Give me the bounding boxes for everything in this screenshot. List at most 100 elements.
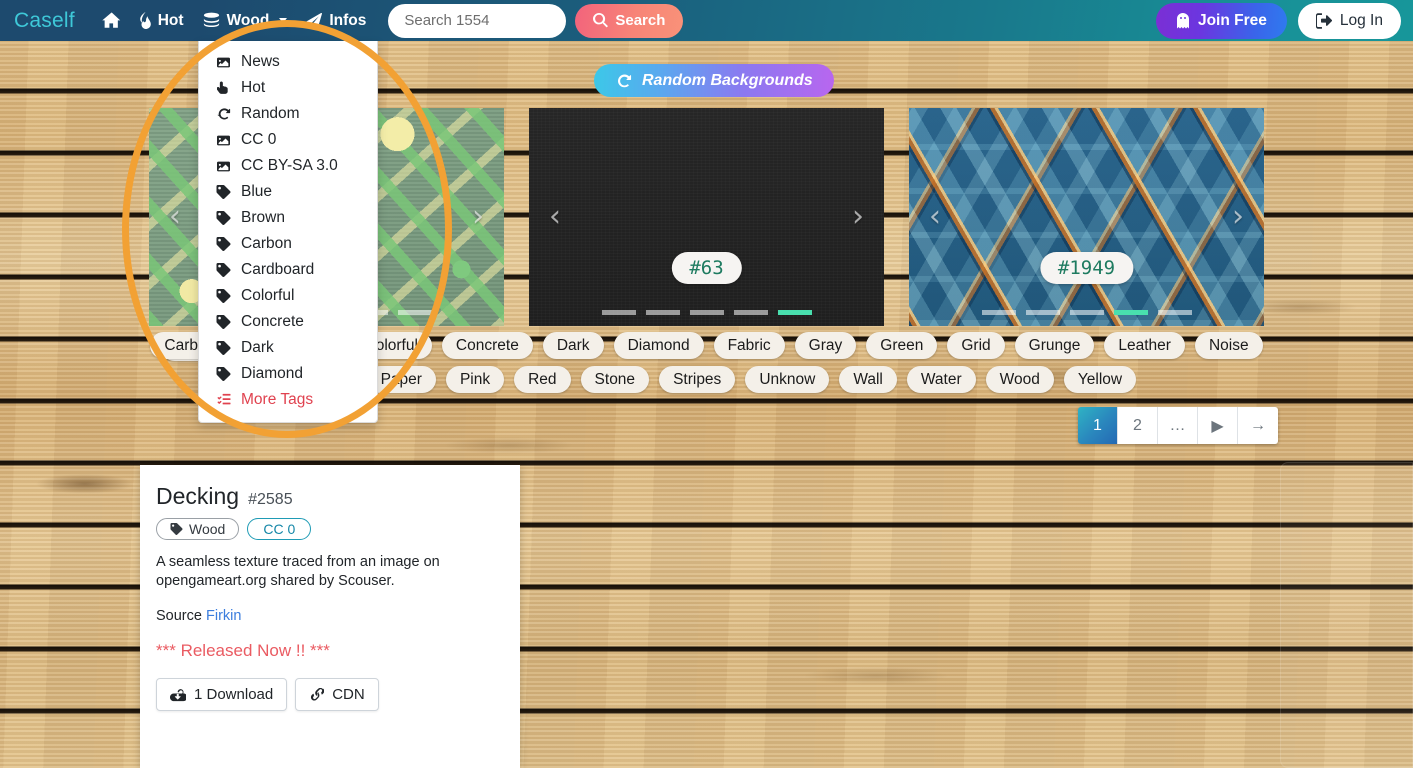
dropdown-label: Random	[241, 105, 300, 122]
texture-id-badge[interactable]: #63	[671, 252, 742, 284]
nav-home[interactable]	[93, 8, 130, 33]
dropdown-label: Colorful	[241, 287, 295, 304]
layers-icon	[202, 12, 221, 29]
dropdown-item-cc-by-sa[interactable]: CC BY-SA 3.0	[199, 153, 377, 179]
tag-icon	[215, 237, 232, 251]
dropdown-item-random[interactable]: Random	[199, 101, 377, 127]
tag-pill[interactable]: Stripes	[659, 366, 736, 393]
tag-pill[interactable]: Wood	[985, 366, 1054, 393]
dropdown-label: News	[241, 53, 280, 70]
log-in-button[interactable]: Log In	[1297, 2, 1401, 39]
dropdown-label: CC 0	[241, 131, 277, 148]
carousel-dot[interactable]	[645, 310, 680, 315]
page-button-1[interactable]: 1	[1078, 407, 1118, 444]
tag-pill[interactable]: Stone	[580, 366, 650, 393]
card-source-row: Source Firkin	[156, 608, 504, 624]
link-icon	[309, 687, 325, 702]
chevron-down-icon	[279, 18, 288, 23]
tag-pill[interactable]: Noise	[1194, 332, 1263, 359]
tag-pill[interactable]: Yellow	[1063, 366, 1137, 393]
dropdown-item-diamond[interactable]: Diamond	[199, 361, 377, 387]
tag-pill[interactable]: Concrete	[441, 332, 533, 359]
dropdown-item-brown[interactable]: Brown	[199, 205, 377, 231]
texture-detail-card: Decking #2585 Wood CC 0 A seamless textu…	[140, 465, 520, 768]
search-input[interactable]	[388, 3, 567, 38]
nav-infos[interactable]: Infos	[296, 8, 375, 34]
download-button[interactable]: 1 Download	[156, 678, 288, 711]
tag-icon	[215, 289, 232, 303]
carousel-dot[interactable]	[1113, 310, 1148, 315]
pagination: 1 2 … ▶ →	[1078, 407, 1278, 444]
join-free-button[interactable]: Join Free	[1155, 2, 1287, 39]
carousel-prev-button[interactable]: ‹	[549, 202, 561, 232]
carousel-next-button[interactable]: ›	[1232, 202, 1244, 232]
texture-id-badge[interactable]: #1949	[1039, 252, 1134, 284]
carousel-dot[interactable]	[777, 310, 812, 315]
image-icon	[215, 56, 232, 69]
carousel-next-button[interactable]: ›	[472, 202, 484, 232]
nav-wood[interactable]: Wood	[193, 8, 297, 34]
dropdown-item-cardboard[interactable]: Cardboard	[199, 257, 377, 283]
dropdown-item-cc0[interactable]: CC 0	[199, 127, 377, 153]
page-button-2[interactable]: 2	[1118, 407, 1158, 444]
carousel-next-button[interactable]: ›	[852, 202, 864, 232]
card-id-number: #2585	[248, 491, 293, 508]
carousel-dot[interactable]	[689, 310, 724, 315]
carousel-dot[interactable]	[1069, 310, 1104, 315]
carousel-dot[interactable]	[981, 310, 1016, 315]
search-button[interactable]: Search	[575, 3, 684, 38]
sync-icon	[615, 73, 632, 89]
tag-pill[interactable]: Grid	[947, 332, 1005, 359]
dropdown-item-more-tags[interactable]: More Tags	[199, 387, 377, 413]
carousel-dot[interactable]	[1157, 310, 1192, 315]
tag-pill[interactable]: Pink	[445, 366, 505, 393]
tag-pill[interactable]: Red	[514, 366, 571, 393]
tag-pill[interactable]: Leather	[1104, 332, 1185, 359]
carousel-center[interactable]: ‹ › #63	[529, 108, 884, 326]
dropdown-item-blue[interactable]: Blue	[199, 179, 377, 205]
tag-pill[interactable]: Unknow	[745, 366, 830, 393]
card-source-link[interactable]: Firkin	[206, 608, 241, 624]
brand-logo[interactable]: Caself	[14, 9, 75, 33]
navbar: Caself Hot Wood Infos Search 1554 Search…	[0, 0, 1413, 41]
tag-pill[interactable]: Diamond	[613, 332, 704, 359]
tag-pill[interactable]: Fabric	[713, 332, 785, 359]
carousel-right[interactable]: ‹ › #1949	[909, 108, 1264, 326]
fire-icon	[139, 12, 152, 29]
carousel-prev-button[interactable]: ‹	[929, 202, 941, 232]
page-next-button[interactable]: ▶	[1198, 407, 1238, 444]
carousel-dot[interactable]	[397, 310, 432, 315]
tag-icon	[215, 185, 232, 199]
dropdown-label: Brown	[241, 209, 285, 226]
dropdown-item-dark[interactable]: Dark	[199, 335, 377, 361]
dropdown-item-news[interactable]: News	[199, 49, 377, 75]
tag-pill[interactable]: Dark	[542, 332, 604, 359]
page-last-button[interactable]: →	[1238, 407, 1278, 444]
dropdown-label: Blue	[241, 183, 273, 200]
tag-pill[interactable]: Gray	[794, 332, 857, 359]
nav-hot[interactable]: Hot	[130, 8, 193, 34]
tag-pill[interactable]: Wall	[839, 366, 897, 393]
tasks-icon	[215, 393, 232, 407]
cdn-button[interactable]: CDN	[295, 678, 379, 711]
tag-pill[interactable]: Grunge	[1014, 332, 1095, 359]
dropdown-item-carbon[interactable]: Carbon	[199, 231, 377, 257]
tag-icon	[215, 211, 232, 225]
dropdown-item-colorful[interactable]: Colorful	[199, 283, 377, 309]
card-license-badge[interactable]: CC 0	[247, 518, 312, 540]
page-ellipsis[interactable]: …	[1158, 407, 1198, 444]
random-backgrounds-button[interactable]: Random Backgrounds	[594, 64, 834, 97]
dropdown-item-concrete[interactable]: Concrete	[199, 309, 377, 335]
carousel-dot[interactable]	[1025, 310, 1060, 315]
tag-pill[interactable]: Water	[906, 366, 976, 393]
card-tag-badge[interactable]: Wood	[156, 518, 240, 540]
search-form: Search	[388, 3, 684, 38]
ghost-icon	[1176, 12, 1190, 29]
dropdown-label: Diamond	[241, 365, 304, 382]
carousel-dot[interactable]	[733, 310, 768, 315]
tag-pill[interactable]: Green	[866, 332, 938, 359]
carousel-dot[interactable]	[601, 310, 636, 315]
carousel-indicators	[909, 310, 1264, 315]
carousel-prev-button[interactable]: ‹	[169, 202, 181, 232]
dropdown-item-hot[interactable]: Hot	[199, 75, 377, 101]
